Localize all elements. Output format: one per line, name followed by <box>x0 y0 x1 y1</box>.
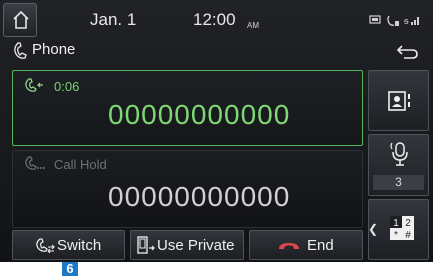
switch-label: Switch <box>57 237 102 254</box>
svg-text:#: # <box>405 230 411 241</box>
home-icon <box>13 11 29 29</box>
back-icon[interactable] <box>396 41 420 61</box>
use-private-label: Use Private <box>157 237 235 254</box>
phone-icon <box>14 42 27 59</box>
status-time: 12:00 <box>193 10 236 29</box>
end-call-icon <box>279 243 299 249</box>
page-title: Phone <box>32 41 76 58</box>
battery-icon <box>369 15 381 24</box>
svg-text:1: 1 <box>393 218 399 229</box>
hold-call-icon <box>25 156 45 170</box>
private-handset-icon <box>137 236 155 254</box>
status-icons: ᵴ <box>369 15 419 26</box>
active-call-icon <box>25 78 43 92</box>
status-date: Jan. 1 <box>90 10 137 29</box>
home-button[interactable] <box>3 3 37 37</box>
hold-status-label: Call Hold <box>54 157 107 172</box>
contacts-icon <box>388 91 410 111</box>
held-call-number: 00000000000 <box>108 181 291 212</box>
svg-text:2: 2 <box>405 218 411 229</box>
switch-button[interactable]: Switch <box>12 230 125 260</box>
bluetooth-phone-icon <box>387 15 399 26</box>
active-call-number: 00000000000 <box>108 99 291 130</box>
end-label: End <box>307 237 334 254</box>
contacts-button[interactable] <box>368 70 429 131</box>
svg-text:ᵴ: ᵴ <box>403 16 409 26</box>
signal-icon: ᵴ <box>403 16 419 26</box>
svg-text:*: * <box>394 230 398 241</box>
chevron-left-icon[interactable]: ❮ <box>368 222 378 236</box>
status-ampm: AM <box>247 21 259 30</box>
phone-screen: Jan. 1 12:00 AM ᵴ Phone 0:06 00000000000 <box>0 0 433 262</box>
use-private-button[interactable]: Use Private <box>130 230 244 260</box>
callout-badge: 6 <box>62 262 78 276</box>
microphone-icon <box>390 142 408 166</box>
end-call-button[interactable]: End <box>249 230 363 260</box>
dial-pad-icon: 1 2 * # <box>390 216 414 241</box>
mic-volume-level: 3 <box>373 175 424 190</box>
switch-call-icon <box>36 238 55 254</box>
call-duration: 0:06 <box>54 79 80 94</box>
